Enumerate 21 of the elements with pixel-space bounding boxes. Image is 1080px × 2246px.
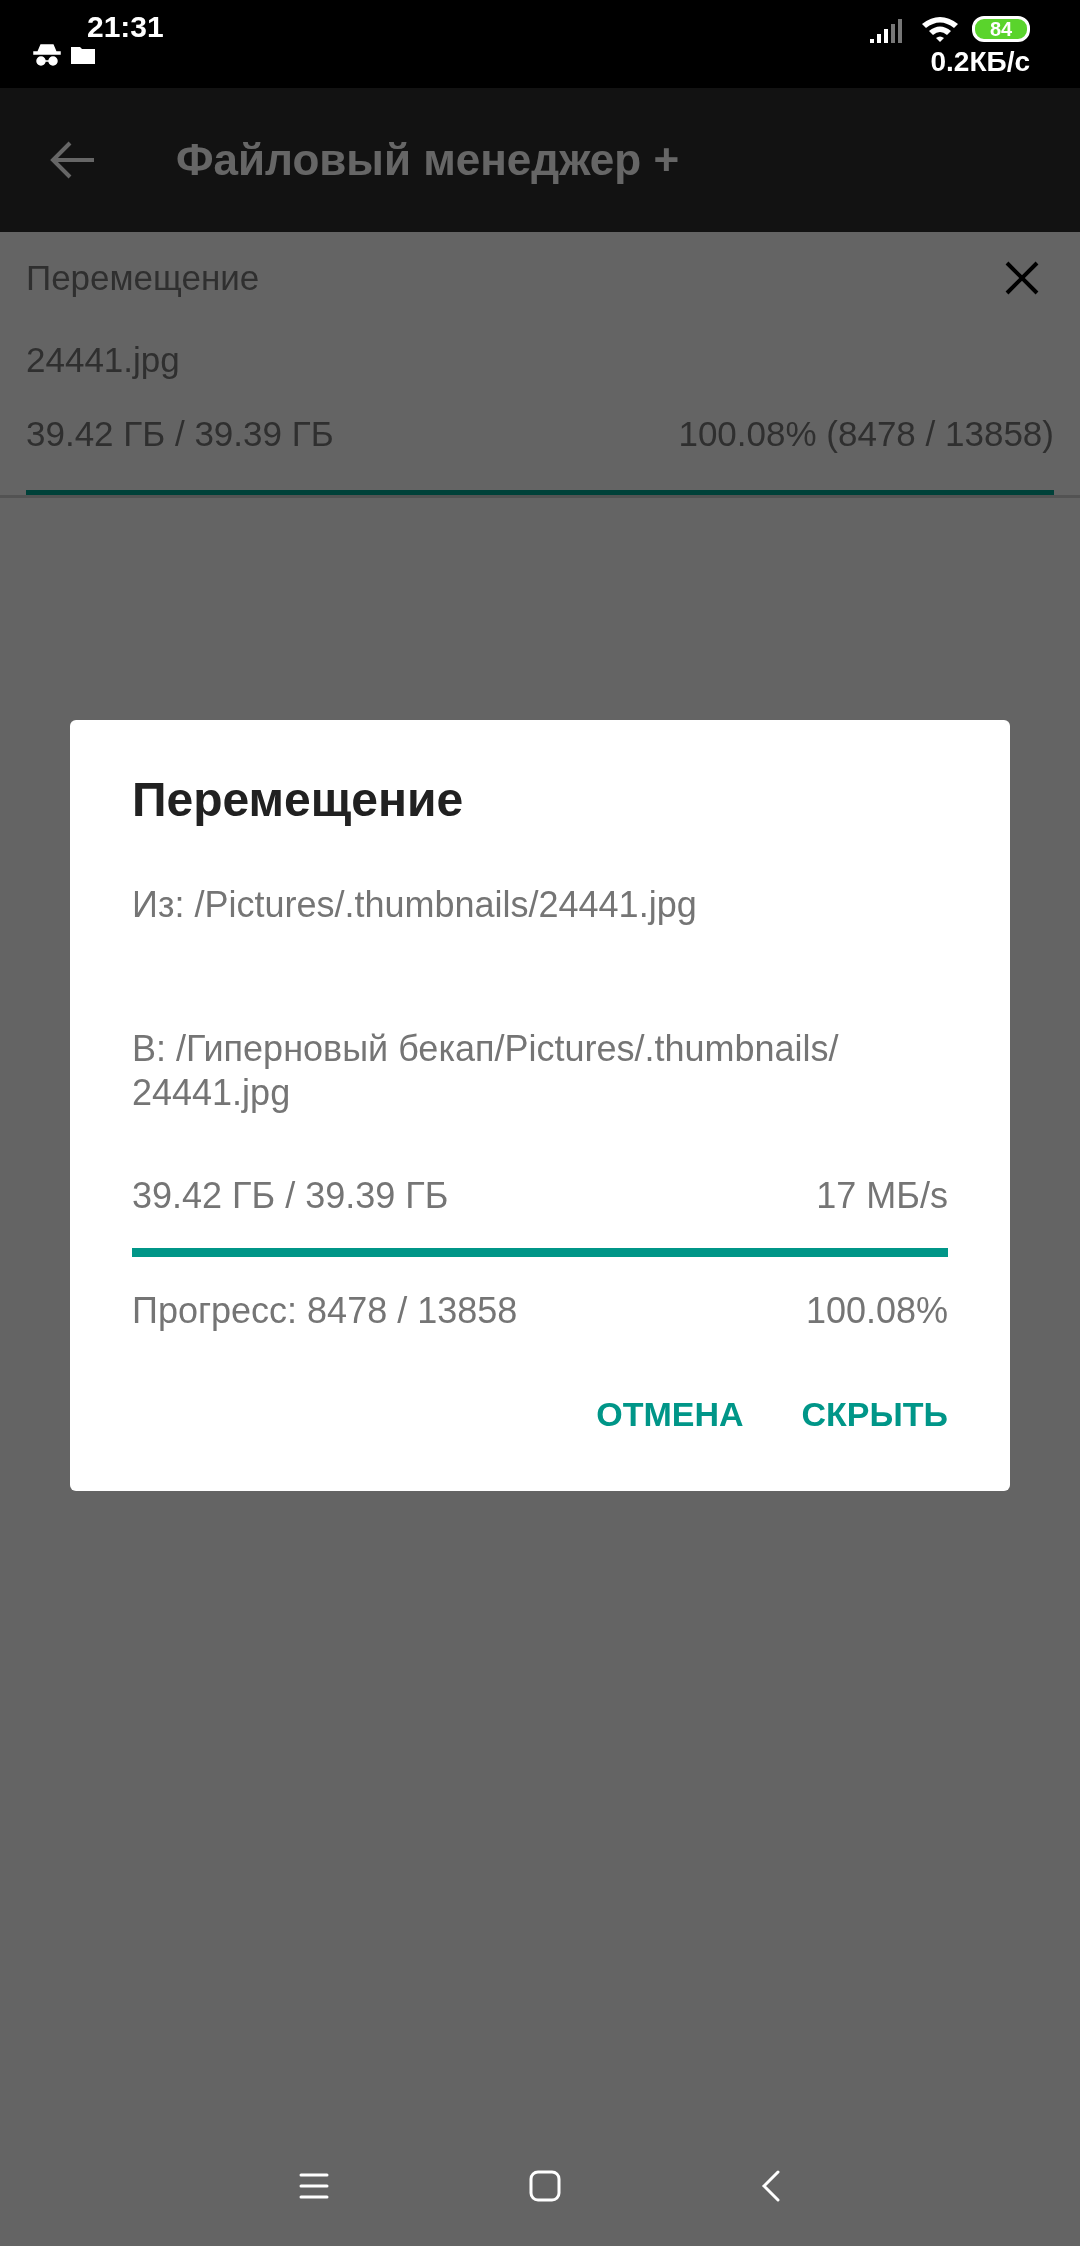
progress-percent: 100.08%: [805, 1289, 948, 1333]
folder-icon: [70, 45, 96, 65]
dialog-title: Перемещение: [132, 772, 465, 827]
source-path: Из: /Pictures/.thumbnails/24441.jpg: [132, 883, 698, 927]
status-time: 21:31: [87, 10, 164, 44]
wifi-icon: [920, 14, 960, 44]
hide-button[interactable]: СКРЫТЬ: [801, 1395, 948, 1434]
cancel-button[interactable]: ОТМЕНА: [596, 1395, 744, 1434]
close-icon[interactable]: [1004, 260, 1040, 296]
progress-count: Прогресс: 8478 / 13858: [132, 1289, 518, 1333]
battery-level: 84: [972, 16, 1030, 42]
app-title: Файловый менеджер +: [176, 135, 680, 185]
network-speed: 0.2КБ/с: [930, 46, 1030, 78]
transferred-size: 39.42 ГБ / 39.39 ГБ: [132, 1174, 449, 1218]
back-arrow-icon[interactable]: [50, 140, 96, 180]
menu-icon[interactable]: [299, 2173, 329, 2199]
incognito-icon: [32, 44, 62, 66]
destination-path: В: /Гиперновый бекап/Pictures/.thumbnails/ 24441.jpg: [132, 1027, 840, 1115]
home-icon[interactable]: [529, 2170, 561, 2202]
transfer-speed: 17 МБ/s: [816, 1174, 948, 1218]
back-icon[interactable]: [761, 2170, 781, 2202]
